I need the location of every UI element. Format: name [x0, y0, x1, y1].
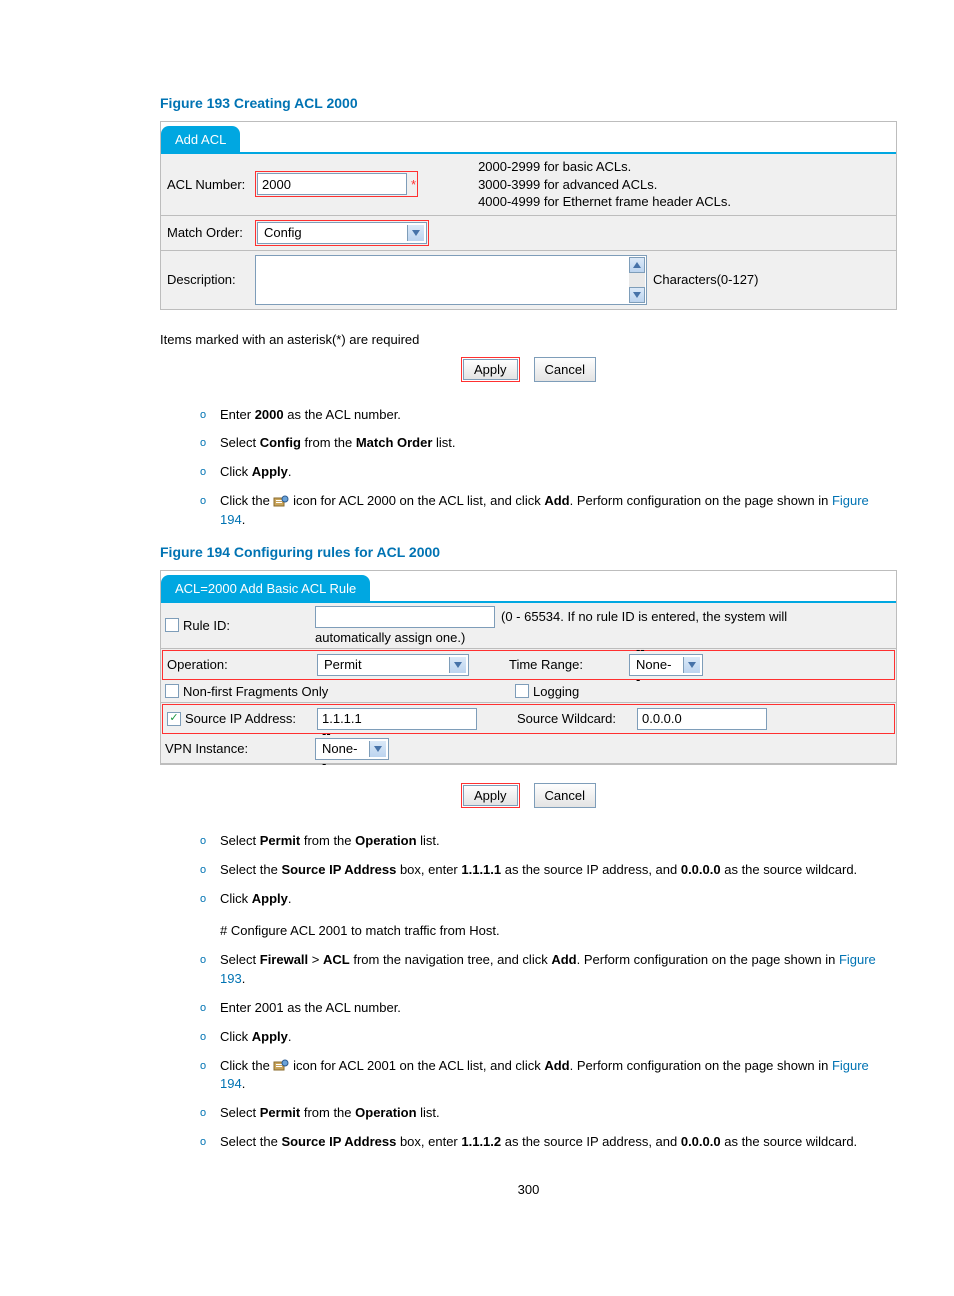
instruction-text: Click Apply.: [220, 1028, 897, 1047]
instruction-text: Click the icon for ACL 2001 on the ACL l…: [220, 1057, 897, 1095]
bullet-icon: o: [200, 1030, 220, 1046]
operation-select[interactable]: Permit: [317, 654, 469, 676]
instruction-text: Enter 2000 as the ACL number.: [220, 406, 897, 425]
instruction-text: Select the Source IP Address box, enter …: [220, 1133, 897, 1152]
chevron-down-icon: [449, 657, 466, 673]
bullet-icon: o: [200, 953, 220, 969]
logging-label: Logging: [533, 684, 579, 699]
apply-button[interactable]: Apply: [463, 359, 518, 380]
match-order-select[interactable]: Config: [257, 222, 427, 244]
fragments-label: Non-first Fragments Only: [183, 684, 328, 699]
logging-checkbox[interactable]: [515, 684, 529, 698]
cancel-button[interactable]: Cancel: [534, 357, 596, 382]
acl-range-help: 2000-2999 for basic ACLs. 3000-3999 for …: [478, 158, 731, 211]
instruction-text: Select the Source IP Address box, enter …: [220, 861, 897, 880]
bullet-icon: o: [200, 1106, 220, 1122]
chevron-down-icon: [683, 657, 700, 673]
page-number: 300: [160, 1182, 897, 1197]
bullet-icon: o: [200, 892, 220, 908]
required-star-icon: *: [411, 177, 416, 192]
bullet-icon: o: [200, 834, 220, 850]
ruleid-checkbox[interactable]: [165, 618, 179, 632]
figure-194-image: ACL=2000 Add Basic ACL Rule Rule ID: (0 …: [160, 570, 897, 808]
acl-number-input[interactable]: [257, 173, 407, 195]
scroll-up-icon[interactable]: [629, 257, 645, 273]
char-count-hint: Characters(0-127): [653, 272, 759, 287]
required-note: Items marked with an asterisk(*) are req…: [160, 328, 897, 353]
instruction-text: Select Firewall > ACL from the navigatio…: [220, 951, 897, 989]
bullet-icon: o: [200, 1001, 220, 1017]
description-label: Description:: [167, 272, 255, 287]
ruleid-hint2: automatically assign one.): [315, 630, 892, 645]
source-ip-label: Source IP Address:: [185, 711, 296, 726]
config-icon: [273, 495, 289, 509]
ruleid-hint: (0 - 65534. If no rule ID is entered, th…: [501, 609, 787, 624]
figure-193-title: Figure 193 Creating ACL 2000: [160, 95, 897, 111]
bullet-icon: o: [200, 408, 220, 424]
scroll-down-icon[interactable]: [629, 287, 645, 303]
vpn-instance-select[interactable]: --None--: [315, 738, 389, 760]
match-order-label: Match Order:: [167, 225, 255, 240]
bullet-icon: o: [200, 863, 220, 879]
ruleid-label: Rule ID:: [183, 618, 230, 633]
source-ip-checkbox[interactable]: [167, 712, 181, 726]
instruction-text: Select Permit from the Operation list.: [220, 1104, 897, 1123]
bullet-icon: o: [200, 494, 220, 510]
figure-193-image: Add ACL ACL Number: * 2000-2999 for basi…: [160, 121, 897, 382]
bullet-icon: o: [200, 1135, 220, 1151]
source-wildcard-input[interactable]: [637, 708, 767, 730]
bullet-icon: o: [200, 465, 220, 481]
apply-button[interactable]: Apply: [463, 785, 518, 806]
description-textarea[interactable]: [255, 255, 647, 305]
config-icon: [273, 1059, 289, 1073]
instruction-text: Click the icon for ACL 2000 on the ACL l…: [220, 492, 897, 530]
bullet-icon: o: [200, 1059, 220, 1075]
timerange-select[interactable]: --None--: [629, 654, 703, 676]
instruction-text: Click Apply.: [220, 463, 897, 482]
source-wildcard-label: Source Wildcard:: [517, 711, 637, 726]
instruction-text: Select Config from the Match Order list.: [220, 434, 897, 453]
timerange-label: Time Range:: [509, 657, 629, 672]
operation-label: Operation:: [167, 657, 317, 672]
ruleid-input[interactable]: [315, 606, 495, 628]
vpn-instance-label: VPN Instance:: [165, 741, 315, 756]
bullet-icon: o: [200, 436, 220, 452]
fragments-checkbox[interactable]: [165, 684, 179, 698]
add-rule-tab[interactable]: ACL=2000 Add Basic ACL Rule: [161, 575, 370, 601]
instruction-text: Select Permit from the Operation list.: [220, 832, 897, 851]
add-acl-tab[interactable]: Add ACL: [161, 126, 240, 152]
chevron-down-icon: [369, 741, 386, 757]
chevron-down-icon: [407, 225, 424, 241]
acl-number-label: ACL Number:: [167, 177, 255, 192]
figure-194-title: Figure 194 Configuring rules for ACL 200…: [160, 544, 897, 560]
hash-comment: # Configure ACL 2001 to match traffic fr…: [220, 922, 897, 941]
instruction-text: Click Apply.: [220, 890, 897, 909]
instruction-text: Enter 2001 as the ACL number.: [220, 999, 897, 1018]
cancel-button[interactable]: Cancel: [534, 783, 596, 808]
